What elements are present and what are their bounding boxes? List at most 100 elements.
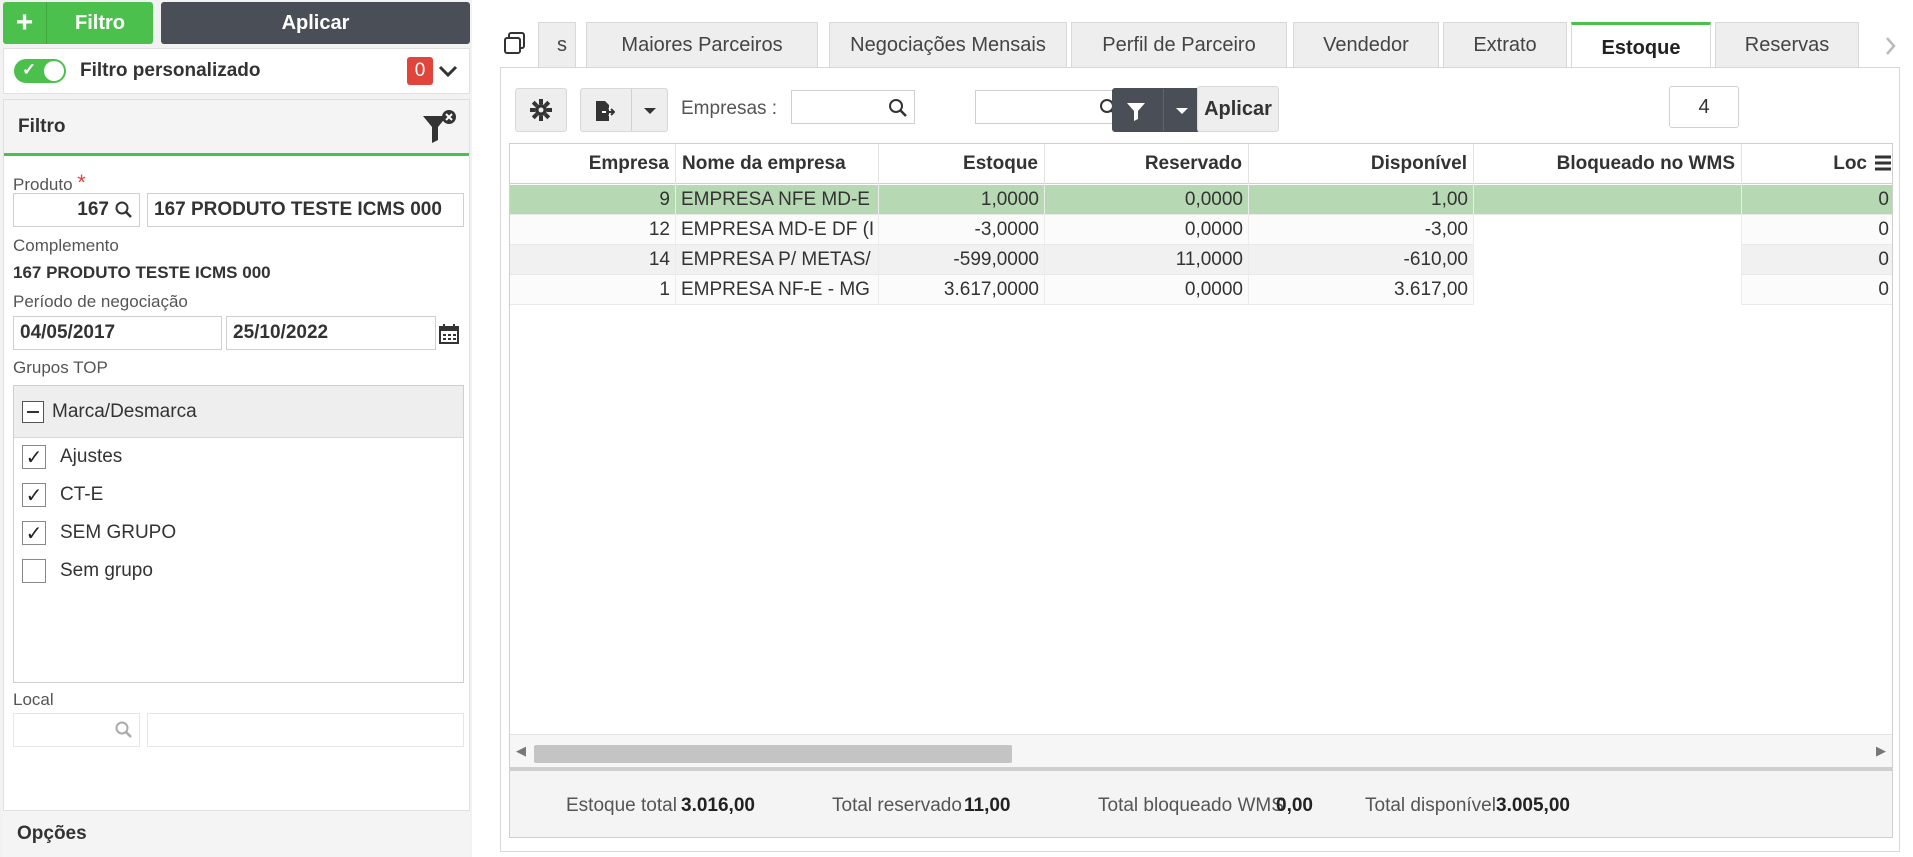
scroll-right-arrow-icon[interactable]: ▶ xyxy=(1876,743,1886,759)
checkbox-checked-icon[interactable]: ✓ xyxy=(22,483,46,507)
export-button[interactable] xyxy=(580,88,668,132)
table-row[interactable]: 12 EMPRESA MD-E DF (I -3,0000 0,0000 -3,00 0 xyxy=(510,215,1892,245)
scroll-left-arrow-icon[interactable]: ◀ xyxy=(516,743,526,759)
horizontal-scrollbar[interactable]: ◀ ▶ xyxy=(510,734,1892,767)
grupo-item-label: Ajustes xyxy=(60,446,123,467)
grupos-items: ✓ Ajustes ✓ CT-E ✓ SEM GRUPO Sem grupo xyxy=(14,438,463,590)
scrollbar-thumb[interactable] xyxy=(534,745,1012,763)
export-file-icon xyxy=(596,101,615,121)
total-reservado-label: Total reservado xyxy=(832,795,962,816)
grupos-list: Marca/Desmarca ✓ Ajustes ✓ CT-E ✓ SEM GRUPO Se… xyxy=(13,385,464,683)
column-header-estoque[interactable]: Estoque xyxy=(879,144,1045,184)
checkbox-checked-icon[interactable]: ✓ xyxy=(22,445,46,469)
grupos-label: Grupos TOP xyxy=(13,358,108,377)
custom-filter-toggle[interactable]: ✓ xyxy=(14,59,66,83)
checkbox-checked-icon[interactable]: ✓ xyxy=(22,521,46,545)
calendar-icon[interactable] xyxy=(438,323,460,345)
total-disponivel-value: 3.005,00 xyxy=(1496,795,1570,816)
caret-down-icon[interactable] xyxy=(1175,106,1189,116)
apply-filter-button[interactable]: Aplicar xyxy=(161,2,470,44)
filter-sidebar: + Filtro Aplicar ✓ Filtro personalizado … xyxy=(0,0,472,857)
estoque-total-value: 3.016,00 xyxy=(681,795,755,816)
cell-estoque: 3.617,0000 xyxy=(879,275,1045,305)
cell-reservado: 0,0000 xyxy=(1045,215,1249,245)
tab-maiores-parceiros[interactable]: Maiores Parceiros xyxy=(586,22,818,68)
tab-negocia-es-mensais[interactable]: Negociações Mensais xyxy=(829,22,1067,68)
cell-nome: EMPRESA MD-E DF (I xyxy=(676,215,879,245)
cell-nome: EMPRESA NF-E - MG xyxy=(676,275,879,305)
cell-bloqueado xyxy=(1474,275,1742,305)
periodo-start-input[interactable]: 04/05/2017 xyxy=(13,316,222,350)
local-name-input[interactable] xyxy=(147,713,464,747)
settings-button[interactable] xyxy=(515,88,567,132)
chevron-down-icon[interactable] xyxy=(437,60,459,82)
grupo-item[interactable]: Sem grupo xyxy=(14,552,463,590)
column-header-local[interactable]: Loc xyxy=(1742,144,1892,184)
produto-code-input[interactable]: 167 xyxy=(13,193,140,227)
produto-code-value: 167 xyxy=(77,199,109,220)
grupo-item-label: Sem grupo xyxy=(60,560,153,581)
cell-loc: 0 xyxy=(1878,279,1889,300)
cell-bloqueado xyxy=(1474,245,1742,275)
grupo-item[interactable]: ✓ SEM GRUPO xyxy=(14,514,463,552)
empresas-from-input[interactable] xyxy=(791,90,915,124)
cell-loc: 0 xyxy=(1878,189,1889,210)
column-menu-icon[interactable] xyxy=(1874,154,1892,172)
chevron-right-icon[interactable] xyxy=(1882,34,1900,58)
add-filter-button[interactable]: + Filtro xyxy=(3,2,153,44)
filter-dropdown-button[interactable] xyxy=(1112,88,1200,132)
cell-empresa: 12 xyxy=(510,215,676,245)
plus-icon: + xyxy=(3,2,47,44)
total-disponivel-label: Total disponível xyxy=(1365,795,1496,816)
column-header-disponivel[interactable]: Disponível xyxy=(1249,144,1474,184)
produto-name-input[interactable]: 167 PRODUTO TESTE ICMS 000 xyxy=(147,193,464,227)
grupo-item[interactable]: ✓ CT-E xyxy=(14,476,463,514)
button-split xyxy=(631,89,632,131)
table-row[interactable]: 9 EMPRESA NFE MD-E 1,0000 0,0000 1,00 0 xyxy=(510,185,1892,215)
filter-panel: Filtro Produto * 167 167 PRODUTO TESTE I… xyxy=(3,99,470,829)
opcoes-section-header[interactable]: Opções xyxy=(3,810,470,857)
tab-s[interactable]: s xyxy=(538,22,576,68)
custom-filter-label: Filtro personalizado xyxy=(80,60,261,81)
tab-reservas[interactable]: Reservas xyxy=(1715,22,1859,68)
copy-window-icon[interactable] xyxy=(502,30,528,56)
column-header-nome[interactable]: Nome da empresa xyxy=(676,144,879,184)
search-icon[interactable] xyxy=(888,98,908,118)
tab-perfil-de-parceiro[interactable]: Perfil de Parceiro xyxy=(1071,22,1287,68)
tab-extrato[interactable]: Extrato xyxy=(1443,22,1567,68)
empresas-label: Empresas : xyxy=(681,98,778,119)
toggle-knob xyxy=(44,61,64,81)
cell-disponivel: 3.617,00 xyxy=(1249,275,1474,305)
local-code-input[interactable] xyxy=(13,713,140,747)
cell-empresa: 9 xyxy=(510,185,676,215)
produto-label-text: Produto xyxy=(13,175,73,194)
estoque-total-label: Estoque total xyxy=(566,795,677,816)
cell-estoque: -599,0000 xyxy=(879,245,1045,275)
empresas-to-input[interactable] xyxy=(975,90,1126,124)
select-all-toggle[interactable]: Marca/Desmarca xyxy=(14,386,463,438)
filter-icon xyxy=(1127,103,1145,121)
periodo-label: Período de negociação xyxy=(13,292,188,311)
periodo-end-input[interactable]: 25/10/2022 xyxy=(226,316,436,350)
total-bloqueado-label: Total bloqueado WMS xyxy=(1098,795,1284,816)
column-header-empresa[interactable]: Empresa xyxy=(510,144,676,184)
clear-filter-icon[interactable] xyxy=(421,108,457,146)
search-icon[interactable] xyxy=(115,721,133,739)
record-count: 4 xyxy=(1669,86,1739,128)
column-header-bloqueado[interactable]: Bloqueado no WMS xyxy=(1474,144,1742,184)
cell-disponivel: -3,00 xyxy=(1249,215,1474,245)
filter-panel-header: Filtro xyxy=(4,100,469,156)
checkbox-unchecked-icon[interactable] xyxy=(22,559,46,583)
caret-down-icon[interactable] xyxy=(643,106,657,116)
apply-button[interactable]: Aplicar xyxy=(1197,86,1279,132)
search-icon[interactable] xyxy=(115,201,133,219)
grupo-item[interactable]: ✓ Ajustes xyxy=(14,438,463,476)
tab-estoque[interactable]: Estoque xyxy=(1571,22,1711,72)
total-reservado-value: 11,00 xyxy=(964,795,1011,816)
column-header-reservado[interactable]: Reservado xyxy=(1045,144,1249,184)
tab-vendedor[interactable]: Vendedor xyxy=(1293,22,1439,68)
cell-loc: 0 xyxy=(1878,249,1889,270)
table-row[interactable]: 14 EMPRESA P/ METAS/-599,0000 11,0000 -610,… xyxy=(510,245,1892,275)
table-row[interactable]: 1 EMPRESA NF-E - MG 3.617,0000 0,0000 3.617,… xyxy=(510,275,1892,305)
cell-reservado: 11,0000 xyxy=(1045,245,1249,275)
